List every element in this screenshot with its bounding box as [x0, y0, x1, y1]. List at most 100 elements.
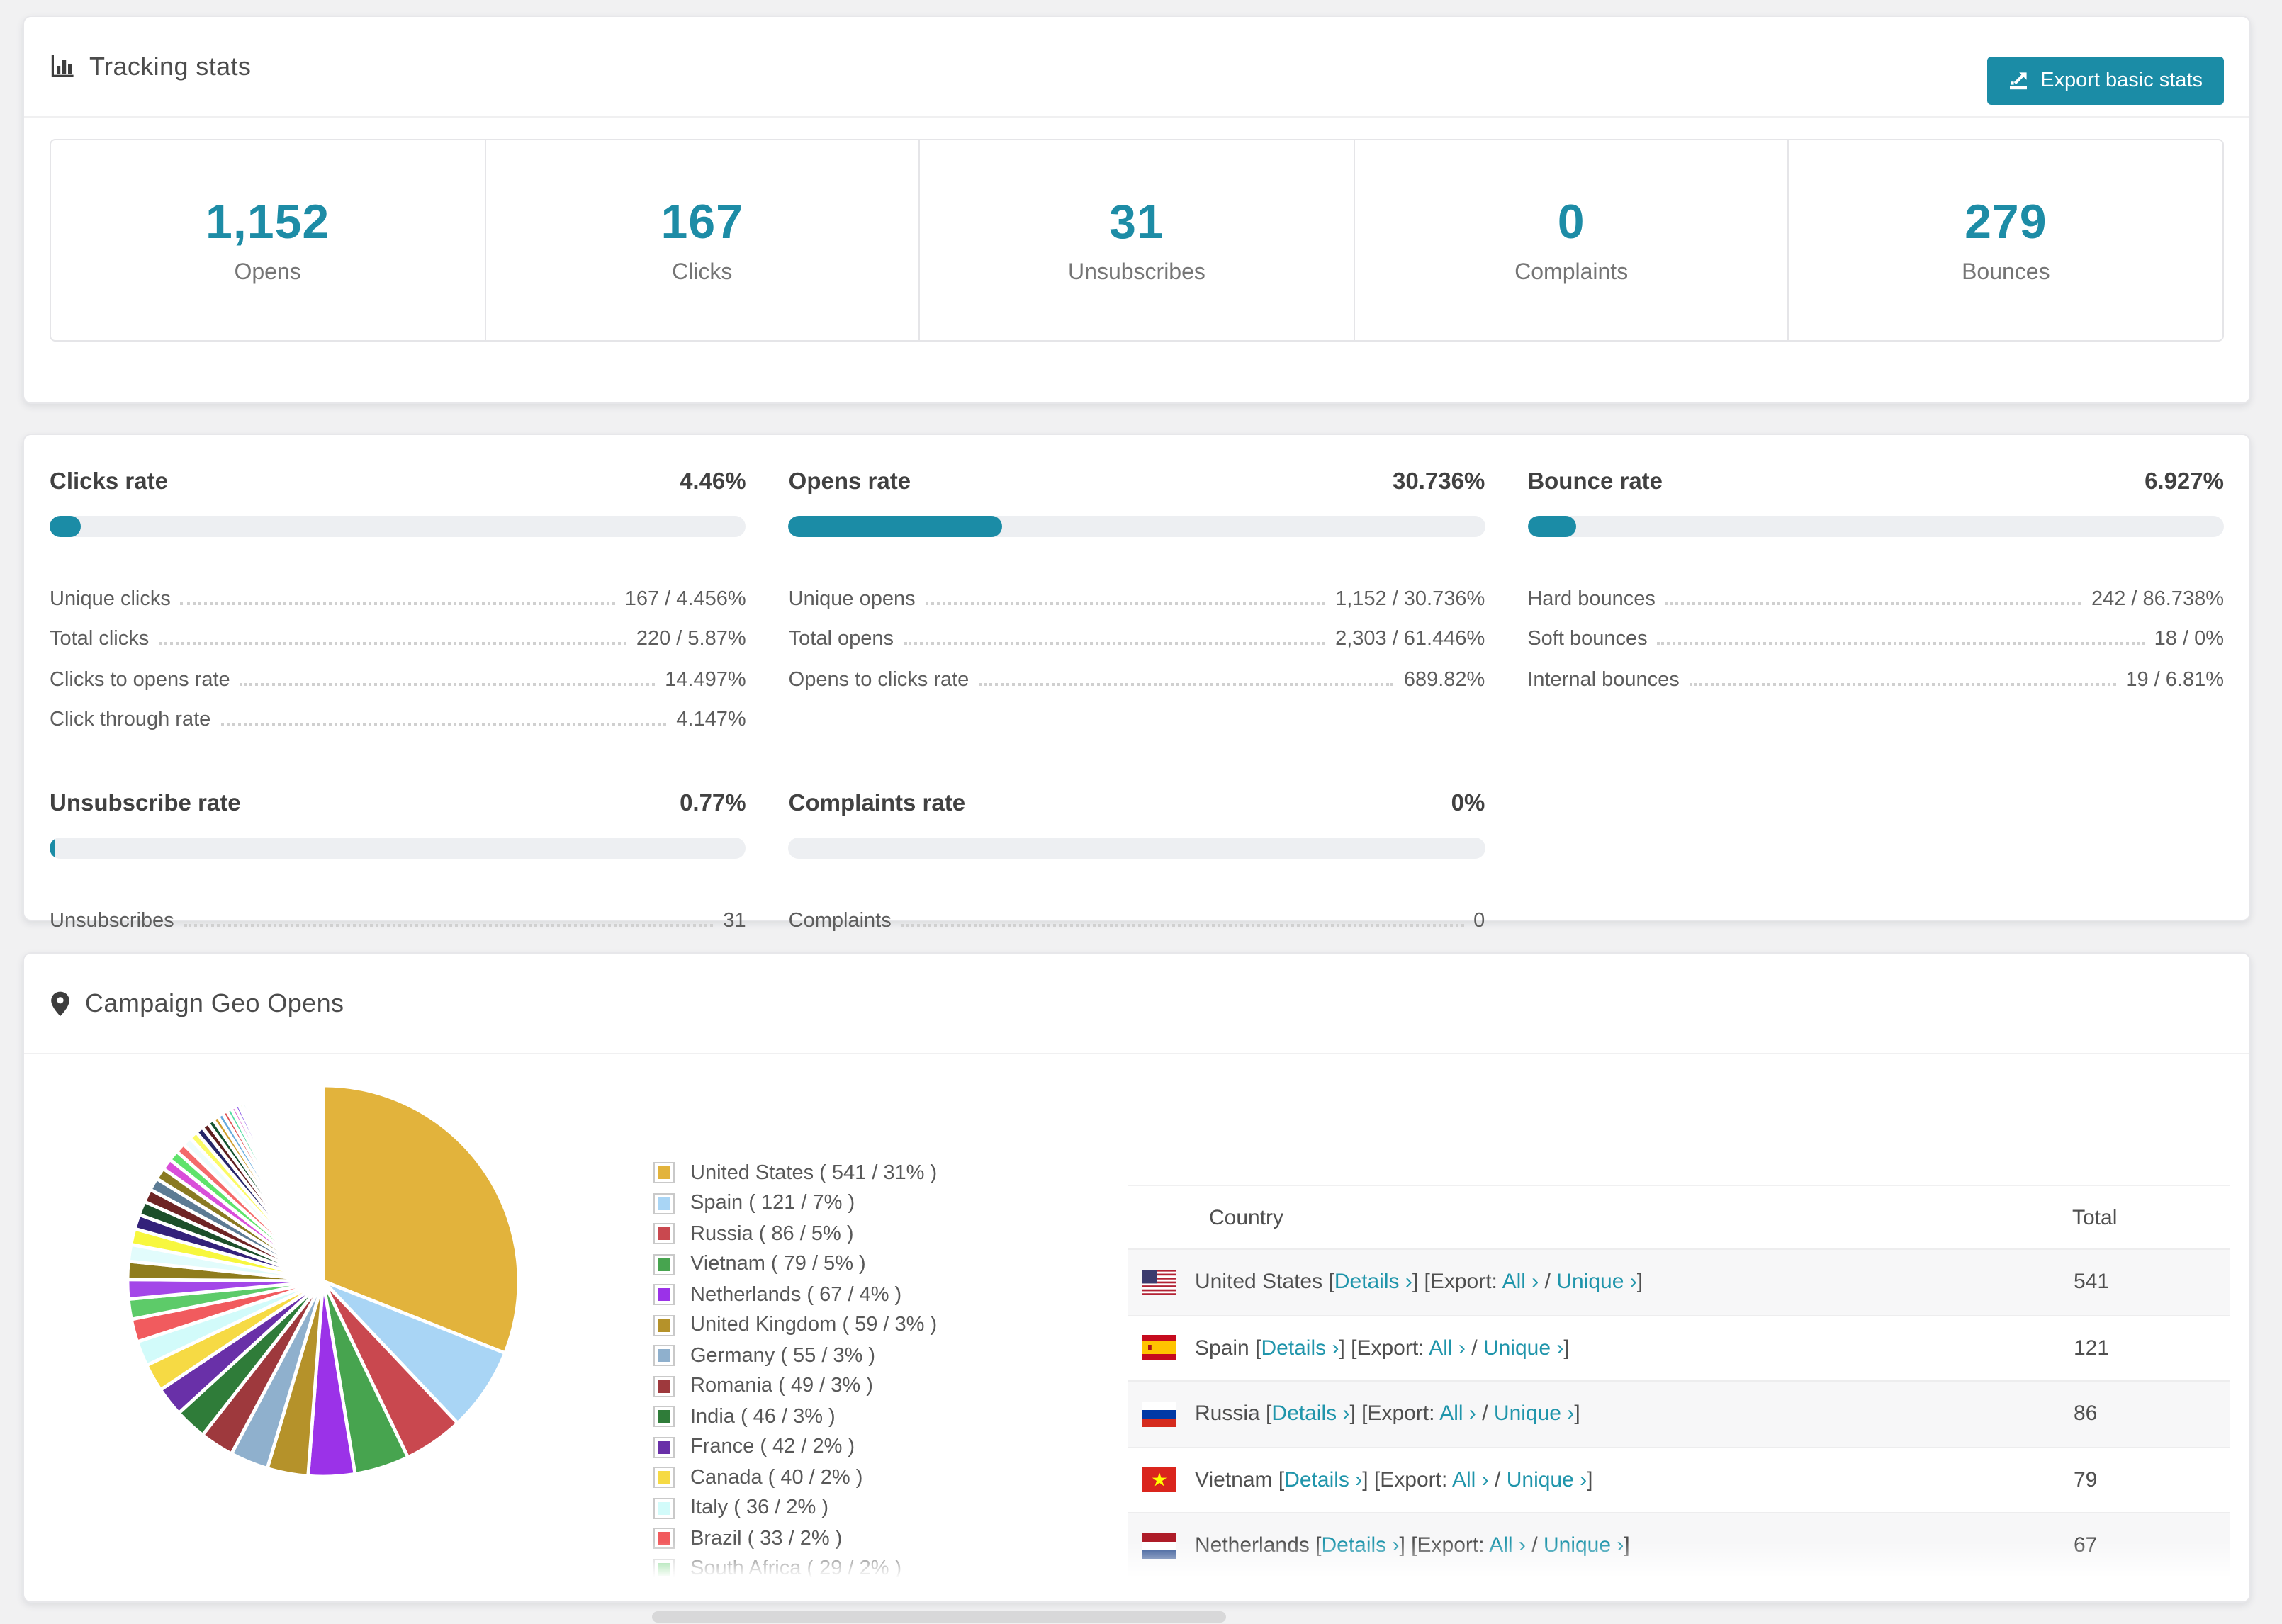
pie-legend: United States ( 541 / 31% ) Spain ( 121 /…: [653, 1158, 937, 1584]
details-link[interactable]: Details ›: [1261, 1336, 1339, 1360]
legend-swatch: [653, 1345, 675, 1367]
stat-label: Opens: [234, 260, 301, 284]
stat-box: 279 Bounces: [1787, 140, 2222, 340]
progress-fill: [788, 516, 1003, 537]
divider: [24, 116, 2249, 118]
stat-box: 0 Complaints: [1353, 140, 1788, 340]
legend-item: United Kingdom ( 59 / 3% ): [653, 1310, 937, 1341]
details-link[interactable]: Details ›: [1321, 1534, 1399, 1558]
country-cell: Vietnam [Details ›] [Export: All › / Uni…: [1195, 1467, 1593, 1492]
legend-item: Canada ( 40 / 2% ): [653, 1462, 937, 1493]
country-name: Spain: [1195, 1336, 1249, 1360]
legend-label: Canada ( 40 / 2% ): [690, 1466, 863, 1489]
legend-label: France ( 42 / 2% ): [690, 1436, 855, 1459]
dotted-leader: [1657, 642, 2145, 645]
legend-item: United States ( 541 / 31% ): [653, 1158, 937, 1188]
legend-label: Spain ( 121 / 7% ): [690, 1192, 855, 1215]
export-basic-stats-button[interactable]: Export basic stats: [1986, 57, 2224, 105]
dotted-leader: [180, 602, 615, 604]
country-column-header: Country: [1209, 1205, 1284, 1229]
geo-table-row: Russia [Details ›] [Export: All › / Uniq…: [1128, 1382, 2230, 1448]
legend-label: Russia ( 86 / 5% ): [690, 1222, 854, 1246]
legend-swatch: [653, 1314, 675, 1336]
country-cell: United Kingdom [Details ›] [Export: All …: [1195, 1600, 2074, 1602]
rate-detail-label: Opens to clicks rate: [788, 668, 969, 691]
export-unique-link[interactable]: Unique ›: [1494, 1402, 1574, 1426]
export-icon: [2008, 71, 2028, 91]
rate-detail-row: Clicks to opens rate 14.497%: [50, 650, 746, 691]
bar-chart-icon: [50, 54, 75, 79]
legend-swatch: [653, 1192, 675, 1214]
dotted-leader: [1689, 682, 2116, 685]
rate-detail-row: Opens to clicks rate 689.82%: [789, 650, 1485, 691]
legend-item: Spain ( 121 / 7% ): [653, 1188, 937, 1219]
details-link[interactable]: Details ›: [1334, 1270, 1412, 1295]
page: Tracking stats Export basic stats 1,152 O…: [0, 0, 2282, 1624]
stat-value: 279: [1965, 195, 2047, 249]
flag-ru-icon: [1142, 1401, 1176, 1427]
rate-title: Unsubscribe rate: [50, 791, 241, 816]
rate-detail-label: Unique opens: [788, 587, 916, 610]
rate-detail-row: Soft bounces 18 / 0%: [1527, 610, 2224, 650]
progress-track: [1527, 516, 2224, 537]
total-cell: 59: [2074, 1600, 2230, 1602]
export-all-link[interactable]: All ›: [1439, 1402, 1476, 1426]
details-link[interactable]: Details ›: [1271, 1402, 1349, 1426]
stat-label: Clicks: [672, 260, 733, 284]
export-unique-link[interactable]: Unique ›: [1580, 1600, 1660, 1602]
rate-detail-row: Internal bounces 19 / 6.81%: [1527, 650, 2224, 691]
export-unique-link[interactable]: Unique ›: [1507, 1468, 1587, 1492]
legend-item: France ( 42 / 2% ): [653, 1432, 937, 1462]
rate-detail-row: Unique opens 1,152 / 30.736%: [789, 570, 1485, 610]
total-cell: 86: [2074, 1402, 2098, 1426]
rate-detail-value: 4.147%: [676, 709, 746, 731]
rate-detail-row: Total opens 2,303 / 61.446%: [789, 610, 1485, 650]
country-name: Vietnam: [1195, 1467, 1273, 1492]
legend-swatch: [653, 1223, 675, 1245]
dotted-leader: [240, 682, 656, 685]
rate-detail-label: Hard bounces: [1527, 587, 1656, 610]
horizontal-scrollbar-thumb[interactable]: [652, 1611, 1226, 1623]
dotted-leader: [925, 602, 1326, 604]
flag-vn-icon: [1142, 1467, 1176, 1493]
tracking-stats-header: Tracking stats: [24, 17, 2249, 116]
export-all-link[interactable]: All ›: [1526, 1600, 1563, 1602]
legend-swatch: [653, 1528, 675, 1550]
campaign-geo-opens-card: Campaign Geo Opens United States ( 541 /…: [23, 952, 2251, 1603]
rate-detail-label: Total clicks: [50, 628, 150, 650]
country-name: United Kingdom: [1195, 1600, 1346, 1602]
dotted-leader: [184, 923, 714, 926]
legend-label: Germany ( 55 / 3% ): [690, 1344, 876, 1368]
rate-detail-row: Complaints 0: [789, 891, 1485, 932]
stat-label: Complaints: [1514, 260, 1629, 284]
rate-section: Complaints rate 0% Complaints 0: [788, 791, 1485, 932]
export-all-link[interactable]: All ›: [1502, 1270, 1539, 1295]
legend-label: Vietnam ( 79 / 5% ): [690, 1253, 866, 1276]
legend-swatch: [653, 1497, 675, 1519]
export-unique-link[interactable]: Unique ›: [1544, 1534, 1624, 1558]
legend-swatch: [653, 1467, 675, 1489]
legend-label: India ( 46 / 3% ): [690, 1405, 836, 1428]
details-link[interactable]: Details ›: [1284, 1468, 1362, 1492]
geo-table-row: Vietnam [Details ›] [Export: All › / Uni…: [1128, 1448, 2230, 1513]
legend-swatch: [653, 1436, 675, 1458]
export-unique-link[interactable]: Unique ›: [1556, 1270, 1636, 1295]
export-unique-link[interactable]: Unique ›: [1483, 1336, 1563, 1360]
rate-detail-label: Complaints: [788, 909, 892, 932]
country-cell: United States [Details ›] [Export: All ›…: [1195, 1270, 1643, 1295]
export-all-link[interactable]: All ›: [1452, 1468, 1489, 1492]
progress-track: [50, 516, 746, 537]
rates-grid: Clicks rate 4.46% Unique clicks 167 / 4.456…: [24, 435, 2249, 932]
details-link[interactable]: Details ›: [1358, 1600, 1436, 1602]
rate-detail-value: 19 / 6.81%: [2125, 668, 2224, 691]
progress-fill: [50, 838, 55, 859]
rate-detail-label: Click through rate: [50, 709, 211, 731]
legend-swatch: [653, 1375, 675, 1397]
rate-detail-value: 18 / 0%: [2154, 628, 2224, 650]
stat-label: Bounces: [1962, 260, 2050, 284]
stat-box: 1,152 Opens: [51, 140, 484, 340]
rate-detail-row: Total clicks 220 / 5.87%: [50, 610, 746, 650]
export-all-link[interactable]: All ›: [1429, 1336, 1466, 1360]
total-column-header: Total: [2072, 1205, 2118, 1229]
export-all-link[interactable]: All ›: [1489, 1534, 1526, 1558]
